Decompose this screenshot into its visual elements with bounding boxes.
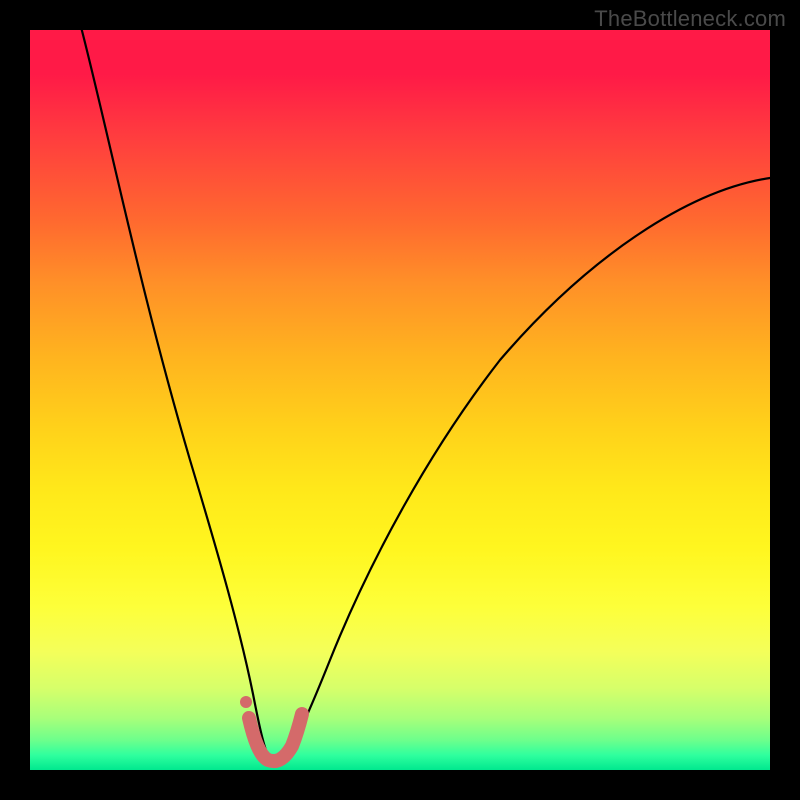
watermark: TheBottleneck.com bbox=[594, 6, 786, 32]
chart-frame: TheBottleneck.com bbox=[0, 0, 800, 800]
highlight-band bbox=[249, 714, 302, 761]
bottleneck-curve bbox=[82, 30, 770, 762]
highlight-dot bbox=[240, 696, 252, 708]
curve-layer bbox=[30, 30, 770, 770]
